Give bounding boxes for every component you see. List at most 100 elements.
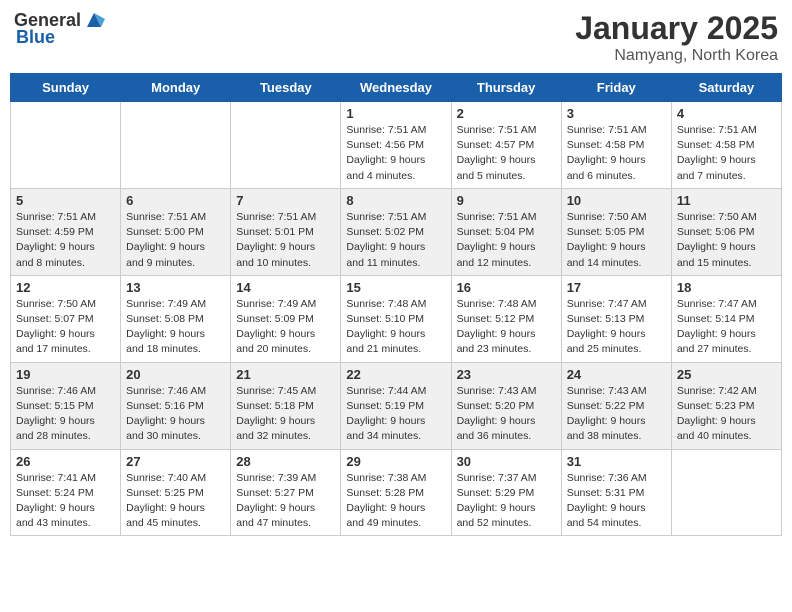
day-number: 26 xyxy=(16,454,115,469)
calendar-header-row: SundayMondayTuesdayWednesdayThursdayFrid… xyxy=(11,74,782,102)
title-block: January 2025 Namyang, North Korea xyxy=(575,10,778,65)
calendar-cell: 3 Sunrise: 7:51 AM Sunset: 4:58 PM Daylig… xyxy=(561,102,671,189)
day-number: 19 xyxy=(16,367,115,382)
day-info: Sunrise: 7:42 AM Sunset: 5:23 PM Dayligh… xyxy=(677,384,776,445)
day-of-week-header: Friday xyxy=(561,74,671,102)
calendar-week-row: 19 Sunrise: 7:46 AM Sunset: 5:15 PM Dayli… xyxy=(11,362,782,449)
calendar-cell: 17 Sunrise: 7:47 AM Sunset: 5:13 PM Dayli… xyxy=(561,275,671,362)
day-of-week-header: Wednesday xyxy=(341,74,451,102)
day-info: Sunrise: 7:51 AM Sunset: 4:57 PM Dayligh… xyxy=(457,123,556,184)
calendar-cell: 16Sunrise: 7:48 AM Sunset: 5:12 PM Dayli… xyxy=(451,275,561,362)
month-title: January 2025 xyxy=(575,10,778,47)
calendar-cell: 9Sunrise: 7:51 AM Sunset: 5:04 PM Daylig… xyxy=(451,188,561,275)
day-of-week-header: Sunday xyxy=(11,74,121,102)
calendar-cell: 29 Sunrise: 7:38 AM Sunset: 5:28 PM Dayli… xyxy=(341,449,451,536)
calendar-cell: 28Sunrise: 7:39 AM Sunset: 5:27 PM Dayli… xyxy=(231,449,341,536)
day-info: Sunrise: 7:51 AM Sunset: 5:00 PM Dayligh… xyxy=(126,210,225,271)
day-number: 27 xyxy=(126,454,225,469)
day-of-week-header: Saturday xyxy=(671,74,781,102)
location-title: Namyang, North Korea xyxy=(575,47,778,65)
calendar-cell: 24 Sunrise: 7:43 AM Sunset: 5:22 PM Dayli… xyxy=(561,362,671,449)
page-header: General Blue January 2025 Namyang, North… xyxy=(10,10,782,65)
day-number: 29 xyxy=(346,454,445,469)
day-info: Sunrise: 7:49 AM Sunset: 5:09 PM Dayligh… xyxy=(236,297,335,358)
day-number: 13 xyxy=(126,280,225,295)
calendar-cell: 30 Sunrise: 7:37 AM Sunset: 5:29 PM Dayli… xyxy=(451,449,561,536)
calendar-cell: 8 Sunrise: 7:51 AM Sunset: 5:02 PM Daylig… xyxy=(341,188,451,275)
day-number: 25 xyxy=(677,367,776,382)
calendar-cell: 27 Sunrise: 7:40 AM Sunset: 5:25 PM Dayli… xyxy=(121,449,231,536)
day-info: Sunrise: 7:37 AM Sunset: 5:29 PM Dayligh… xyxy=(457,471,556,532)
logo-blue: Blue xyxy=(16,27,55,48)
calendar-cell: 31 Sunrise: 7:36 AM Sunset: 5:31 PM Dayli… xyxy=(561,449,671,536)
day-number: 20 xyxy=(126,367,225,382)
calendar-cell: 2 Sunrise: 7:51 AM Sunset: 4:57 PM Daylig… xyxy=(451,102,561,189)
day-number: 31 xyxy=(567,454,666,469)
day-number: 17 xyxy=(567,280,666,295)
day-info: Sunrise: 7:49 AM Sunset: 5:08 PM Dayligh… xyxy=(126,297,225,358)
day-number: 4 xyxy=(677,106,776,121)
calendar-week-row: 5Sunrise: 7:51 AM Sunset: 4:59 PM Daylig… xyxy=(11,188,782,275)
day-number: 8 xyxy=(346,193,445,208)
day-of-week-header: Thursday xyxy=(451,74,561,102)
day-number: 18 xyxy=(677,280,776,295)
calendar-cell: 10Sunrise: 7:50 AM Sunset: 5:05 PM Dayli… xyxy=(561,188,671,275)
calendar-cell xyxy=(671,449,781,536)
day-number: 23 xyxy=(457,367,556,382)
logo-icon xyxy=(83,9,105,31)
day-number: 2 xyxy=(457,106,556,121)
day-info: Sunrise: 7:51 AM Sunset: 5:02 PM Dayligh… xyxy=(346,210,445,271)
day-info: Sunrise: 7:51 AM Sunset: 4:58 PM Dayligh… xyxy=(677,123,776,184)
day-of-week-header: Monday xyxy=(121,74,231,102)
day-info: Sunrise: 7:43 AM Sunset: 5:22 PM Dayligh… xyxy=(567,384,666,445)
day-info: Sunrise: 7:38 AM Sunset: 5:28 PM Dayligh… xyxy=(346,471,445,532)
day-info: Sunrise: 7:39 AM Sunset: 5:27 PM Dayligh… xyxy=(236,471,335,532)
day-number: 6 xyxy=(126,193,225,208)
calendar-cell: 18 Sunrise: 7:47 AM Sunset: 5:14 PM Dayli… xyxy=(671,275,781,362)
calendar-cell: 5Sunrise: 7:51 AM Sunset: 4:59 PM Daylig… xyxy=(11,188,121,275)
day-info: Sunrise: 7:51 AM Sunset: 5:04 PM Dayligh… xyxy=(457,210,556,271)
calendar-cell xyxy=(231,102,341,189)
calendar-cell xyxy=(11,102,121,189)
calendar-cell: 13 Sunrise: 7:49 AM Sunset: 5:08 PM Dayli… xyxy=(121,275,231,362)
day-info: Sunrise: 7:41 AM Sunset: 5:24 PM Dayligh… xyxy=(16,471,115,532)
day-number: 24 xyxy=(567,367,666,382)
calendar-week-row: 1 Sunrise: 7:51 AM Sunset: 4:56 PM Daylig… xyxy=(11,102,782,189)
day-info: Sunrise: 7:51 AM Sunset: 5:01 PM Dayligh… xyxy=(236,210,335,271)
day-number: 10 xyxy=(567,193,666,208)
day-number: 1 xyxy=(346,106,445,121)
day-info: Sunrise: 7:48 AM Sunset: 5:10 PM Dayligh… xyxy=(346,297,445,358)
day-info: Sunrise: 7:51 AM Sunset: 4:58 PM Dayligh… xyxy=(567,123,666,184)
day-info: Sunrise: 7:51 AM Sunset: 4:59 PM Dayligh… xyxy=(16,210,115,271)
day-info: Sunrise: 7:50 AM Sunset: 5:06 PM Dayligh… xyxy=(677,210,776,271)
day-info: Sunrise: 7:45 AM Sunset: 5:18 PM Dayligh… xyxy=(236,384,335,445)
day-number: 3 xyxy=(567,106,666,121)
calendar-cell: 4 Sunrise: 7:51 AM Sunset: 4:58 PM Daylig… xyxy=(671,102,781,189)
day-info: Sunrise: 7:51 AM Sunset: 4:56 PM Dayligh… xyxy=(346,123,445,184)
calendar-cell: 25 Sunrise: 7:42 AM Sunset: 5:23 PM Dayli… xyxy=(671,362,781,449)
calendar-cell: 12Sunrise: 7:50 AM Sunset: 5:07 PM Dayli… xyxy=(11,275,121,362)
day-number: 14 xyxy=(236,280,335,295)
day-info: Sunrise: 7:47 AM Sunset: 5:14 PM Dayligh… xyxy=(677,297,776,358)
day-number: 15 xyxy=(346,280,445,295)
day-info: Sunrise: 7:50 AM Sunset: 5:07 PM Dayligh… xyxy=(16,297,115,358)
calendar-cell: 14 Sunrise: 7:49 AM Sunset: 5:09 PM Dayli… xyxy=(231,275,341,362)
calendar-cell: 22Sunrise: 7:44 AM Sunset: 5:19 PM Dayli… xyxy=(341,362,451,449)
calendar-cell: 7 Sunrise: 7:51 AM Sunset: 5:01 PM Daylig… xyxy=(231,188,341,275)
calendar-cell: 11Sunrise: 7:50 AM Sunset: 5:06 PM Dayli… xyxy=(671,188,781,275)
day-info: Sunrise: 7:46 AM Sunset: 5:15 PM Dayligh… xyxy=(16,384,115,445)
calendar-cell: 20 Sunrise: 7:46 AM Sunset: 5:16 PM Dayli… xyxy=(121,362,231,449)
calendar-cell: 26 Sunrise: 7:41 AM Sunset: 5:24 PM Dayli… xyxy=(11,449,121,536)
calendar-cell xyxy=(121,102,231,189)
calendar-cell: 21Sunrise: 7:45 AM Sunset: 5:18 PM Dayli… xyxy=(231,362,341,449)
calendar-cell: 19 Sunrise: 7:46 AM Sunset: 5:15 PM Dayli… xyxy=(11,362,121,449)
day-info: Sunrise: 7:46 AM Sunset: 5:16 PM Dayligh… xyxy=(126,384,225,445)
day-number: 7 xyxy=(236,193,335,208)
day-number: 16 xyxy=(457,280,556,295)
day-number: 30 xyxy=(457,454,556,469)
day-info: Sunrise: 7:47 AM Sunset: 5:13 PM Dayligh… xyxy=(567,297,666,358)
calendar-cell: 23Sunrise: 7:43 AM Sunset: 5:20 PM Dayli… xyxy=(451,362,561,449)
calendar-week-row: 26 Sunrise: 7:41 AM Sunset: 5:24 PM Dayli… xyxy=(11,449,782,536)
day-info: Sunrise: 7:40 AM Sunset: 5:25 PM Dayligh… xyxy=(126,471,225,532)
day-info: Sunrise: 7:36 AM Sunset: 5:31 PM Dayligh… xyxy=(567,471,666,532)
